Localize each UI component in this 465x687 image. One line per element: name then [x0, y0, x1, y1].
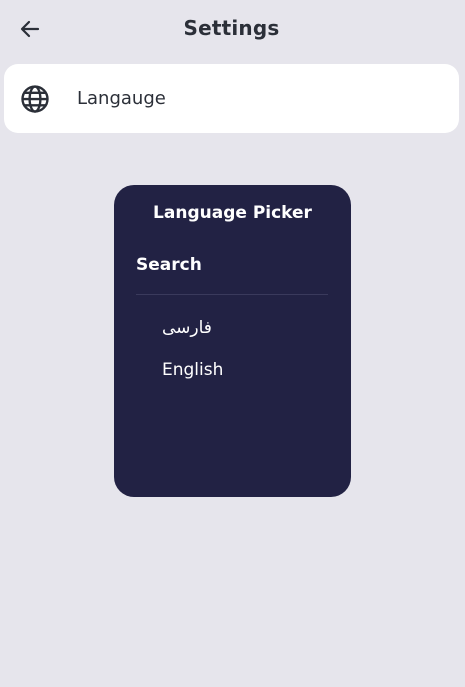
- globe-icon: [21, 85, 49, 113]
- app-bar: Settings: [0, 0, 465, 60]
- divider: [136, 294, 328, 295]
- page-title: Settings: [183, 16, 280, 40]
- language-option-english[interactable]: English: [162, 360, 223, 380]
- search-input[interactable]: [136, 255, 328, 275]
- dialog-title: Language Picker: [153, 203, 312, 223]
- language-setting-label: Langauge: [77, 88, 166, 109]
- language-option-persian[interactable]: فارسی: [162, 318, 212, 338]
- language-picker-dialog: Language Picker فارسی English: [114, 185, 351, 497]
- language-setting-item[interactable]: Langauge: [4, 64, 459, 133]
